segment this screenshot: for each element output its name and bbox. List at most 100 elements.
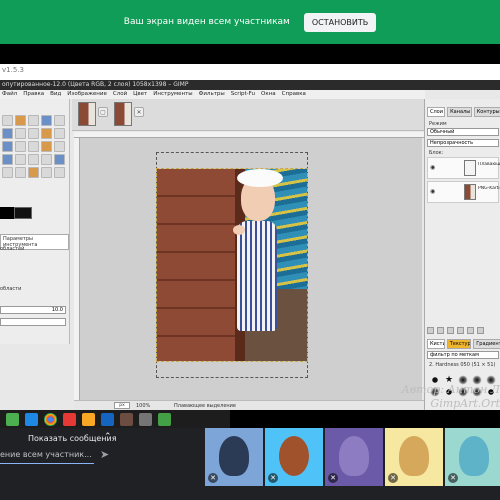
tool-grid: [2, 115, 66, 178]
paths-tool-icon[interactable]: [41, 128, 52, 139]
free-select-tool-icon[interactable]: [15, 115, 26, 126]
blur-tool-icon[interactable]: [54, 167, 65, 178]
menu-filters[interactable]: Фильтры: [199, 90, 225, 99]
bucket-fill-tool-icon[interactable]: [2, 141, 13, 152]
menu-color[interactable]: Цвет: [133, 90, 147, 99]
menu-file[interactable]: Файл: [2, 90, 17, 99]
participant-tile[interactable]: ✕: [205, 428, 263, 486]
gimp-icon[interactable]: [120, 412, 133, 426]
author-watermark: Автор: Антон Л GimpArt.Ort: [380, 383, 500, 411]
unit-selector[interactable]: px: [114, 402, 130, 409]
eye-icon[interactable]: ◉: [430, 188, 438, 196]
mic-off-icon: ✕: [328, 473, 338, 483]
menu-windows[interactable]: Окна: [261, 90, 276, 99]
message-input[interactable]: ение всем участник...: [0, 446, 94, 464]
tab-close-icon[interactable]: ▢: [98, 107, 108, 117]
duplicate-layer-icon[interactable]: [457, 327, 464, 334]
brush-tag-filter[interactable]: фильтр по меткам: [427, 351, 499, 359]
menu-image[interactable]: Изображение: [67, 90, 107, 99]
rotate-tool-icon[interactable]: [15, 128, 26, 139]
chevron-up-icon[interactable]: ⌃: [104, 432, 112, 442]
raise-layer-icon[interactable]: [437, 327, 444, 334]
chrome-icon[interactable]: [44, 412, 57, 426]
avatar: [399, 436, 429, 476]
gimp-toolbox: Параметры инструмента областей области 1…: [0, 99, 70, 344]
move-tool-icon[interactable]: [54, 115, 65, 126]
zoom-tool-icon[interactable]: [2, 167, 13, 178]
gimp-window: опутированное-12.0 (Цвета RGB, 2 слоя) 1…: [0, 80, 500, 410]
app-version-label: v1.5.3: [2, 66, 24, 74]
photo-girl-by-door[interactable]: [156, 168, 308, 362]
menu-help[interactable]: Справка: [282, 90, 306, 99]
folder-icon[interactable]: [82, 412, 95, 426]
eye-icon[interactable]: ◉: [430, 164, 438, 172]
tab-layers[interactable]: Слои: [427, 107, 446, 117]
fuzzy-select-tool-icon[interactable]: [28, 115, 39, 126]
tab-paths[interactable]: Контуры: [473, 107, 500, 117]
app-icon[interactable]: [63, 412, 76, 426]
participant-tile[interactable]: ✕: [385, 428, 443, 486]
scale-tool-icon[interactable]: [28, 128, 39, 139]
text-tool-icon[interactable]: [54, 128, 65, 139]
send-icon[interactable]: ➤: [100, 448, 109, 461]
os-taskbar: [0, 410, 230, 428]
app-icon[interactable]: [25, 412, 38, 426]
tab-brushes[interactable]: Кисти: [427, 339, 445, 349]
foreground-color-swatch[interactable]: [0, 207, 14, 219]
app-icon[interactable]: [101, 412, 114, 426]
tab-channels[interactable]: Каналы: [447, 107, 472, 117]
participant-tile[interactable]: ✕: [325, 428, 383, 486]
image-tab-thumbnail-icon[interactable]: [114, 102, 132, 126]
tool-value-field[interactable]: 10.0: [0, 306, 66, 314]
background-color-swatch[interactable]: [14, 207, 32, 219]
menu-edit[interactable]: Правка: [23, 90, 44, 99]
layer-name: PNG-Kartinki: [478, 186, 500, 191]
smudge-tool-icon[interactable]: [28, 154, 39, 165]
canvas-statusbar: px 100% Плавающее выделение: [74, 400, 424, 410]
eraser-tool-icon[interactable]: [54, 141, 65, 152]
menu-tools[interactable]: Инструменты: [153, 90, 192, 99]
clone-tool-icon[interactable]: [2, 154, 13, 165]
participant-tile[interactable]: ✕: [445, 428, 500, 486]
app-icon[interactable]: [139, 412, 152, 426]
color-picker-tool-icon[interactable]: [54, 154, 65, 165]
delete-layer-icon[interactable]: [477, 327, 484, 334]
app-icon[interactable]: [158, 412, 171, 426]
crop-tool-icon[interactable]: [41, 115, 52, 126]
tab-patterns[interactable]: Текстуры: [446, 339, 472, 349]
tool-value-field-2[interactable]: [0, 318, 66, 326]
layer-row-image[interactable]: ◉ PNG-Kartinki: [427, 181, 500, 203]
image-tab-thumbnail-icon[interactable]: [78, 102, 96, 126]
lower-layer-icon[interactable]: [447, 327, 454, 334]
app-icon[interactable]: [6, 412, 19, 426]
pencil-tool-icon[interactable]: [28, 141, 39, 152]
layer-mode-label: Режим: [429, 121, 447, 127]
menu-layer[interactable]: Слой: [113, 90, 127, 99]
dodge-tool-icon[interactable]: [41, 154, 52, 165]
menu-script-fu[interactable]: Script-Fu: [231, 90, 255, 99]
anchor-layer-icon[interactable]: [467, 327, 474, 334]
ink-tool-icon[interactable]: [41, 167, 52, 178]
opacity-slider[interactable]: Непрозрачность: [427, 139, 499, 147]
airbrush-tool-icon[interactable]: [28, 167, 39, 178]
tab-close-icon[interactable]: ✕: [134, 107, 144, 117]
gimp-menubar: Файл Правка Вид Изображение Слой Цвет Ин…: [0, 90, 425, 99]
new-layer-icon[interactable]: [427, 327, 434, 334]
brush-tool-icon[interactable]: [41, 141, 52, 152]
heal-tool-icon[interactable]: [15, 154, 26, 165]
tab-gradients[interactable]: Градиенты: [473, 339, 500, 349]
layer-row-floating[interactable]: ◉ Плавающее выделение (Вставленный слой): [427, 157, 500, 179]
image-tab-strip: ▢ ✕: [72, 99, 424, 131]
tool-options-label: областей: [0, 246, 25, 252]
menu-view[interactable]: Вид: [50, 90, 61, 99]
rect-select-tool-icon[interactable]: [2, 115, 13, 126]
image-canvas[interactable]: [80, 138, 422, 400]
participant-tile[interactable]: ✕: [265, 428, 323, 486]
measure-tool-icon[interactable]: [15, 167, 26, 178]
layer-mode-select[interactable]: Обычный: [427, 128, 499, 136]
stop-sharing-button[interactable]: ОСТАНОВИТЬ: [303, 12, 377, 32]
align-tool-icon[interactable]: [2, 128, 13, 139]
gradient-tool-icon[interactable]: [15, 141, 26, 152]
white-bow: [237, 169, 283, 187]
participant-tiles: ✕ ✕ ✕ ✕ ✕: [205, 428, 500, 490]
